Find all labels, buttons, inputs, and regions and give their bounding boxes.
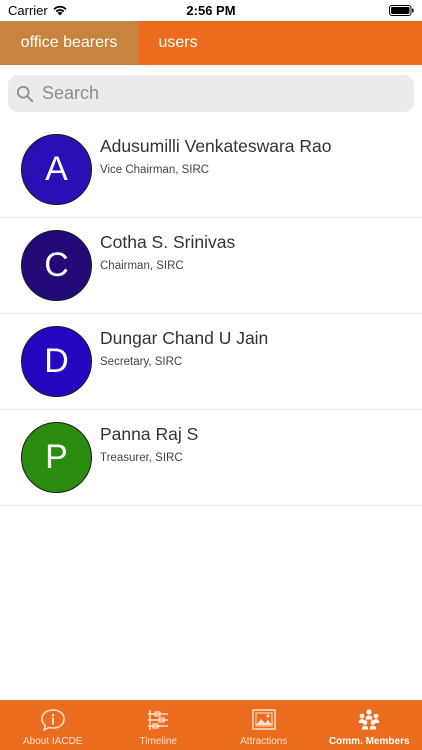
search-icon (16, 85, 34, 102)
search-input[interactable] (42, 78, 402, 109)
tab-users-label: users (158, 34, 198, 51)
tab-timeline-label: Timeline (139, 736, 177, 747)
tab-attractions-label: Attractions (240, 736, 288, 747)
avatar: C (21, 230, 92, 301)
tab-attractions[interactable]: Attractions (211, 700, 317, 750)
avatar: A (21, 134, 92, 205)
member-role: Secretary, SIRC (100, 356, 183, 368)
segment-tabs: office bearers users (0, 21, 422, 65)
list-item[interactable]: A Adusumilli Venkateswara Rao Vice Chair… (0, 122, 422, 218)
avatar-initial: A (45, 150, 68, 188)
avatar: D (21, 326, 92, 397)
tab-comm-members-label: Comm. Members (328, 736, 410, 747)
timeline-icon (148, 710, 169, 730)
avatar-initial: D (44, 342, 69, 380)
status-bar: Carrier 2:56 PM (0, 0, 422, 21)
tab-office-bearers[interactable]: office bearers (0, 21, 138, 65)
avatar: P (21, 422, 92, 493)
member-name: Adusumilli Venkateswara Rao (100, 136, 332, 156)
clock: 2:56 PM (186, 3, 236, 18)
tab-about-iacde[interactable]: About IACDE (0, 700, 106, 750)
list-item[interactable]: P Panna Raj S Treasurer, SIRC (0, 410, 422, 506)
tab-office-bearers-label: office bearers (20, 34, 118, 51)
avatar-initial: P (45, 438, 68, 476)
picture-icon (252, 709, 276, 730)
tab-about-iacde-label: About IACDE (23, 736, 83, 747)
list-item[interactable]: D Dungar Chand U Jain Secretary, SIRC (0, 314, 422, 410)
list-item[interactable]: C Cotha S. Srinivas Chairman, SIRC (0, 218, 422, 314)
member-name: Cotha S. Srinivas (100, 232, 236, 252)
battery-icon (389, 5, 414, 16)
tab-users[interactable]: users (138, 21, 218, 65)
group-icon (359, 709, 380, 730)
member-role: Vice Chairman, SIRC (100, 164, 210, 176)
info-icon (40, 709, 65, 732)
member-name: Dungar Chand U Jain (100, 328, 269, 348)
bottom-tab-bar: About IACDE Timeline Attractions Comm. M… (0, 700, 422, 750)
search-bar[interactable] (8, 75, 414, 112)
member-role: Treasurer, SIRC (100, 452, 183, 464)
avatar-initial: C (44, 246, 69, 284)
tab-comm-members[interactable]: Comm. Members (317, 700, 422, 750)
member-role: Chairman, SIRC (100, 260, 184, 272)
members-list: A Adusumilli Venkateswara Rao Vice Chair… (0, 122, 422, 506)
member-name: Panna Raj S (100, 424, 199, 444)
tab-timeline[interactable]: Timeline (106, 700, 212, 750)
